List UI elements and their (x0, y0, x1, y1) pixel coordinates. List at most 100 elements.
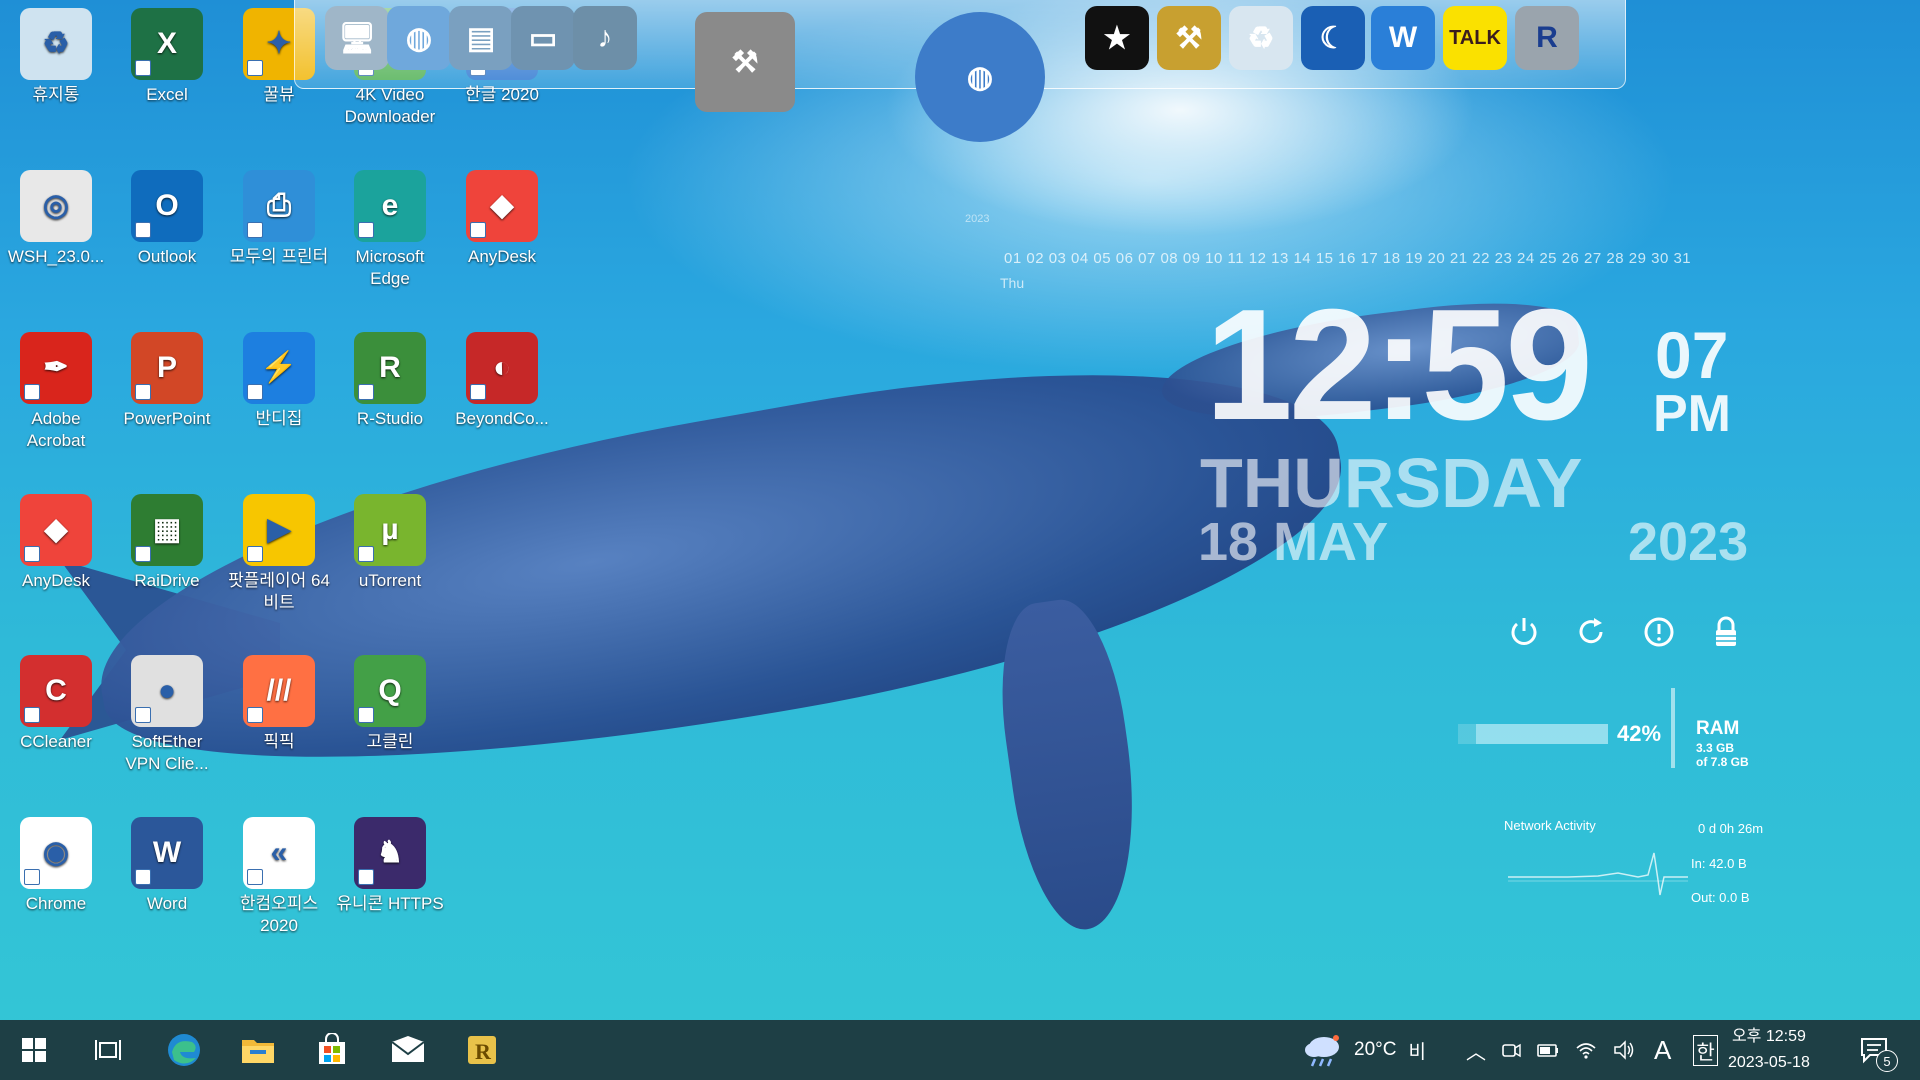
recycle-bin-icon: ♻ (20, 8, 92, 80)
excel-icon: X (131, 8, 203, 80)
network-label: Network Activity (1504, 818, 1596, 833)
r-app-icon[interactable]: R (458, 1026, 506, 1074)
clock-ampm: PM (1653, 385, 1731, 443)
desktop-icon-excel[interactable]: X Excel (113, 8, 221, 106)
meet-now-icon[interactable] (1500, 1039, 1522, 1061)
desktop-icon-label: BeyondCo... (455, 409, 549, 428)
taskbar-clock[interactable]: 오후 12:59 2023-05-18 (1728, 1020, 1810, 1080)
outlook-icon: O (131, 170, 203, 242)
desktop-icon-unicorn-https[interactable]: ♞ 유니콘 HTTPS (336, 817, 444, 915)
globe-icon[interactable]: ◍ (915, 12, 1045, 142)
lock-icon[interactable] (1708, 612, 1746, 652)
desktop-icon-label: uTorrent (358, 571, 422, 590)
shield-icon[interactable]: W (1371, 6, 1435, 70)
edge-icon[interactable] (160, 1026, 208, 1074)
clock-year: 2023 (1628, 512, 1749, 572)
dock-item-label: TALK (1449, 26, 1501, 49)
logoff-icon[interactable] (1640, 612, 1678, 652)
computer-icon[interactable]: 🖥 (325, 6, 389, 70)
volume-icon[interactable] (1612, 1039, 1636, 1061)
music-folder-icon[interactable]: ♪ (573, 6, 637, 70)
battery-icon[interactable] (1536, 1039, 1560, 1061)
chrome-icon: ◉ (20, 817, 92, 889)
hammer-icon[interactable]: ⚒ (1157, 6, 1221, 70)
desktop-icon-recycle-bin[interactable]: ♻ 휴지통 (2, 8, 110, 106)
desktop-icon-label: AnyDesk (467, 247, 537, 266)
desktop-icon-powerpoint[interactable]: P PowerPoint (113, 332, 221, 430)
desktop-icon-label: Excel (146, 85, 188, 104)
anydesk-icon: ◆ (466, 170, 538, 242)
desktop-icon-label: 4K Video Downloader (344, 85, 436, 126)
desktop-icon-label: Chrome (25, 894, 87, 913)
desktop-icon-bandizip[interactable]: ⚡ 반디집 (225, 332, 333, 430)
weather-widget[interactable]: 20°C 비 (1302, 1020, 1426, 1080)
desktop-icon-anydesk-2[interactable]: ◆ AnyDesk (2, 494, 110, 592)
rain-cloud-icon (1305, 1035, 1339, 1067)
r-app-icon[interactable]: R (1515, 6, 1579, 70)
desktop-icon-label: 반디집 (255, 409, 303, 428)
ram-percent: 42% (1617, 721, 1662, 746)
desktop-icon-r-studio[interactable]: R R-Studio (336, 332, 444, 430)
network-in: In: 42.0 B (1691, 856, 1747, 871)
file-explorer-icon[interactable] (234, 1026, 282, 1074)
system-tray: ︿ A 한 (1466, 1020, 1718, 1080)
desktop-icon-label: 고클린 (366, 732, 414, 751)
windows-start-icon[interactable] (10, 1026, 58, 1074)
desktop-icon-picpick[interactable]: /// 픽픽 (225, 655, 333, 753)
clock-weekday: THURSDAY (1200, 444, 1583, 522)
moon-icon[interactable]: ☾ (1301, 6, 1365, 70)
show-hidden-icons-icon[interactable]: ︿ (1466, 1036, 1486, 1065)
whale-fin-decoration (987, 593, 1153, 937)
network-icon[interactable]: ◍ (387, 6, 451, 70)
tshirt-icon[interactable]: ★ (1085, 6, 1149, 70)
restart-icon[interactable] (1573, 612, 1611, 652)
ime-language[interactable]: A (1654, 1035, 1671, 1066)
folder-icon[interactable]: ▭ (511, 6, 575, 70)
desktop-icon-softether[interactable]: ● SoftEther VPN Clie... (113, 655, 221, 775)
desktop-icon-utorrent[interactable]: µ uTorrent (336, 494, 444, 592)
desktop-icon-acrobat[interactable]: ✒ Adobe Acrobat (2, 332, 110, 452)
desktop-icon-chrome[interactable]: ◉ Chrome (2, 817, 110, 915)
desktop-icon-edge[interactable]: e Microsoft Edge (336, 170, 444, 290)
clock-date: 18 MAY (1198, 512, 1389, 572)
desktop-icon-label: 팟플레이어 64 비트 (228, 571, 330, 612)
store-icon[interactable] (308, 1026, 356, 1074)
kakaotalk-icon[interactable]: TALK (1443, 6, 1507, 70)
desktop-icon-anydesk-1[interactable]: ◆ AnyDesk (448, 170, 556, 268)
hancom-office-icon: « (243, 817, 315, 889)
desktop-icon-ccleaner[interactable]: C CCleaner (2, 655, 110, 753)
weather-temp: 20°C (1354, 1039, 1397, 1060)
ram-bar-track (1458, 724, 1608, 744)
ram-label: RAM (1696, 718, 1740, 739)
power-icon[interactable] (1505, 612, 1543, 652)
desktop-icon-outlook[interactable]: O Outlook (113, 170, 221, 268)
taskbar-date: 2023-05-18 (1728, 1054, 1810, 1071)
notification-count: 5 (1876, 1050, 1898, 1072)
ram-bar-fill (1475, 724, 1608, 744)
ram-total: of 7.8 GB (1696, 755, 1749, 769)
desktop-icon-beyond-compare[interactable]: ◐ BeyondCo... (448, 332, 556, 430)
desktop-icon-potplayer[interactable]: ▶ 팟플레이어 64 비트 (225, 494, 333, 614)
desktop-icon-hancom-office[interactable]: « 한컴오피스 2020 (225, 817, 333, 937)
word-icon: W (131, 817, 203, 889)
desktop-icon-word[interactable]: W Word (113, 817, 221, 915)
desktop-icon-raidrive[interactable]: ▦ RaiDrive (113, 494, 221, 592)
desktop-icon-wsh[interactable]: ◎ WSH_23.0... (2, 170, 110, 268)
desktop-icon-label: 유니콘 HTTPS (336, 894, 444, 913)
desktop-icon-label: PowerPoint (123, 409, 211, 428)
recycle-bin-icon[interactable]: ♻ (1229, 6, 1293, 70)
desktop-icon-label: Outlook (137, 247, 197, 266)
desktop-icon-label: AnyDesk (21, 571, 91, 590)
network-out: Out: 0.0 B (1691, 890, 1750, 905)
mail-icon[interactable] (384, 1026, 432, 1074)
desktop-icon-gocleaner[interactable]: Q 고클린 (336, 655, 444, 753)
desktop-icon-label: CCleaner (20, 732, 92, 751)
wifi-icon[interactable] (1574, 1039, 1598, 1061)
ime-mode[interactable]: 한 (1693, 1034, 1718, 1066)
tools-icon[interactable]: ⚒ (695, 12, 795, 112)
documents-folder-icon[interactable]: ▤ (449, 6, 513, 70)
desktop-icon-label: Microsoft Edge (355, 247, 425, 288)
task-view-icon[interactable] (84, 1026, 132, 1074)
notification-center[interactable]: 5 (1858, 1020, 1898, 1080)
desktop-icon-modu-printer[interactable]: ⎙ 모두의 프린터 (225, 170, 333, 268)
